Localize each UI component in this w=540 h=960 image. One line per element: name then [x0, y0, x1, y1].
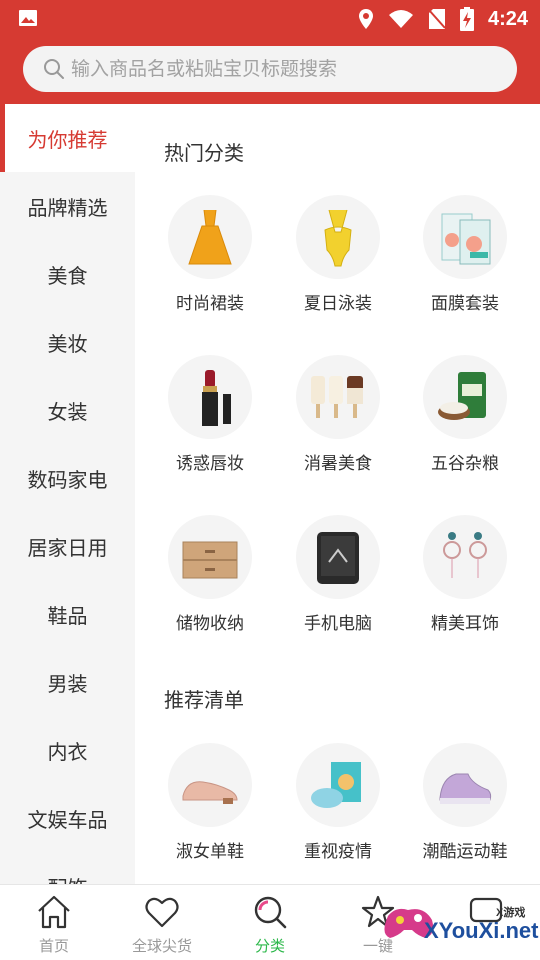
sidebar-item-label: 品牌精选 [27, 195, 108, 220]
nav-label: 全球尖货 [131, 937, 192, 955]
section-title-recommend: 推荐清单 [164, 688, 244, 712]
nav-global[interactable]: 全球尖货 [108, 893, 216, 956]
watermark: X游戏 XYouXi.net [378, 892, 540, 960]
status-bar: 4:24 [0, 0, 540, 38]
category-item-label: 面膜套装 [431, 294, 499, 314]
search-category-icon [254, 896, 287, 929]
recommend-item[interactable]: 重视疫情 [278, 743, 398, 873]
sidebar-item-shoes[interactable]: 鞋品 [0, 580, 135, 648]
facemask-box-icon [423, 195, 507, 279]
sidebar-item-mens[interactable]: 男装 [0, 648, 135, 716]
sidebar-item-electronics[interactable]: 数码家电 [0, 444, 135, 512]
sidebar-item-underwear[interactable]: 内衣 [0, 716, 135, 784]
swimsuit-icon [296, 195, 380, 279]
sidebar-item-label: 为你推荐 [27, 127, 108, 152]
sidebar-item-label: 居家日用 [27, 535, 108, 560]
category-item-label: 消暑美食 [304, 454, 372, 474]
category-item[interactable]: 储物收纳 [150, 515, 270, 645]
category-item[interactable]: 时尚裙装 [150, 195, 270, 325]
nav-label: 分类 [254, 937, 285, 955]
category-content: 热门分类 时尚裙装 夏日泳装 面膜套装 诱惑唇妆 消暑美食 五谷杂粮 储物收纳 … [135, 104, 540, 884]
section-title-hot: 热门分类 [164, 141, 244, 165]
sidebar-item-label: 鞋品 [47, 603, 88, 628]
status-time: 4:24 [487, 7, 528, 30]
sidebar-item-food[interactable]: 美食 [0, 240, 135, 308]
category-item[interactable]: 夏日泳装 [278, 195, 398, 325]
dress-icon [168, 195, 252, 279]
search-box[interactable] [23, 46, 517, 92]
watermark-text: XYouXi.net [424, 918, 539, 943]
recommend-item-label: 潮酷运动鞋 [422, 842, 508, 862]
sidebar-item-label: 美妆 [47, 331, 88, 356]
rice-bag-icon [423, 355, 507, 439]
sidebar-item-entertainment-auto[interactable]: 文娱车品 [0, 784, 135, 852]
sidebar-item-recommend[interactable]: 为你推荐 [0, 104, 135, 172]
nav-category[interactable]: 分类 [216, 893, 324, 956]
lipstick-icon [168, 355, 252, 439]
category-item[interactable]: 面膜套装 [405, 195, 525, 325]
sidebar-item-womens[interactable]: 女装 [0, 376, 135, 444]
sidebar-item-label: 内衣 [47, 739, 88, 764]
storage-drawer-icon [168, 515, 252, 599]
sidebar-item-label: 数码家电 [27, 467, 108, 492]
sidebar-item-label: 文娱车品 [27, 807, 108, 832]
recommend-item[interactable]: 淑女单鞋 [150, 743, 270, 873]
location-icon [358, 9, 373, 29]
search-icon [44, 59, 64, 79]
no-sim-icon [428, 9, 446, 29]
category-item-label: 时尚裙装 [176, 294, 244, 314]
popsicle-icon [296, 355, 380, 439]
category-item-label: 储物收纳 [176, 614, 244, 634]
sidebar-item-brand[interactable]: 品牌精选 [0, 172, 135, 240]
phone-icon [296, 515, 380, 599]
recommend-item-label: 重视疫情 [304, 842, 372, 862]
header: 4:24 [0, 0, 540, 104]
home-icon [38, 895, 70, 929]
category-item-label: 夏日泳装 [304, 294, 372, 314]
sidebar-item-label: 配饰 [48, 872, 88, 885]
sidebar-item-makeup[interactable]: 美妆 [0, 308, 135, 376]
sidebar-item-home[interactable]: 居家日用 [0, 512, 135, 580]
loafer-icon [168, 743, 252, 827]
category-item[interactable]: 诱惑唇妆 [150, 355, 270, 485]
category-item[interactable]: 精美耳饰 [405, 515, 525, 645]
gallery-icon [19, 10, 37, 26]
recommend-item[interactable]: 潮酷运动鞋 [405, 743, 525, 873]
face-mask-icon [296, 743, 380, 827]
category-item[interactable]: 手机电脑 [278, 515, 398, 645]
sidebar-item-accessories[interactable]: 配饰 [0, 852, 135, 885]
search-input[interactable] [71, 58, 491, 80]
battery-charging-icon [459, 7, 474, 31]
category-item-label: 五谷杂粮 [431, 454, 499, 474]
wifi-icon [388, 10, 413, 28]
category-item-label: 精美耳饰 [431, 614, 499, 634]
nav-home[interactable]: 首页 [0, 893, 108, 956]
category-item-label: 手机电脑 [304, 614, 372, 634]
nav-label: 首页 [38, 937, 69, 955]
sidebar-item-label: 男装 [47, 671, 88, 696]
category-item-label: 诱惑唇妆 [176, 454, 244, 474]
earring-icon [423, 515, 507, 599]
recommend-item-label: 淑女单鞋 [176, 842, 244, 862]
category-sidebar: 为你推荐 品牌精选 美食 美妆 女装 数码家电 居家日用 鞋品 男装 内衣 文娱… [0, 104, 135, 884]
heart-icon [145, 897, 179, 928]
category-item[interactable]: 五谷杂粮 [405, 355, 525, 485]
sidebar-item-label: 美食 [47, 263, 88, 288]
sidebar-item-label: 女装 [47, 399, 88, 424]
sneaker-icon [423, 743, 507, 827]
category-item[interactable]: 消暑美食 [278, 355, 398, 485]
